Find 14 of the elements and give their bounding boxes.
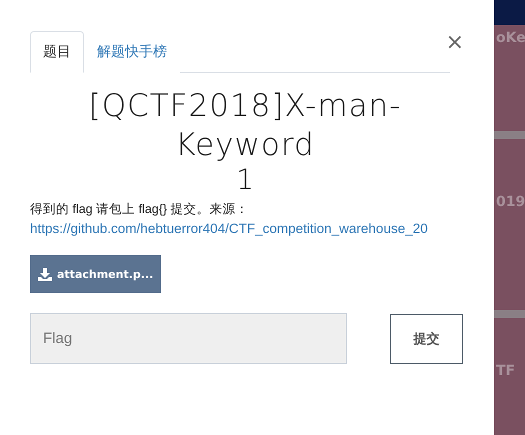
background-text: oKe <box>495 30 525 46</box>
description-text: 得到的 flag 请包上 flag{} 提交。来源： <box>30 201 250 218</box>
background-text: 019 <box>495 194 525 210</box>
close-button[interactable]: × <box>446 32 464 54</box>
submit-button[interactable]: 提交 <box>390 314 463 364</box>
challenge-score: 1 <box>235 164 255 196</box>
challenge-title: [QCTF2018]X-man-Keyword <box>88 87 402 164</box>
source-link[interactable]: https://github.com/hebtuerror404/CTF_competition_warehouse_20 <box>30 221 428 236</box>
tab[interactable]: 题目 <box>30 31 84 73</box>
attachment-button[interactable]: attachment.p... <box>30 255 162 294</box>
download-icon <box>38 268 52 281</box>
flag-input[interactable]: Flag <box>30 313 347 364</box>
background-text: TF <box>495 363 516 379</box>
header-bar <box>494 0 525 25</box>
